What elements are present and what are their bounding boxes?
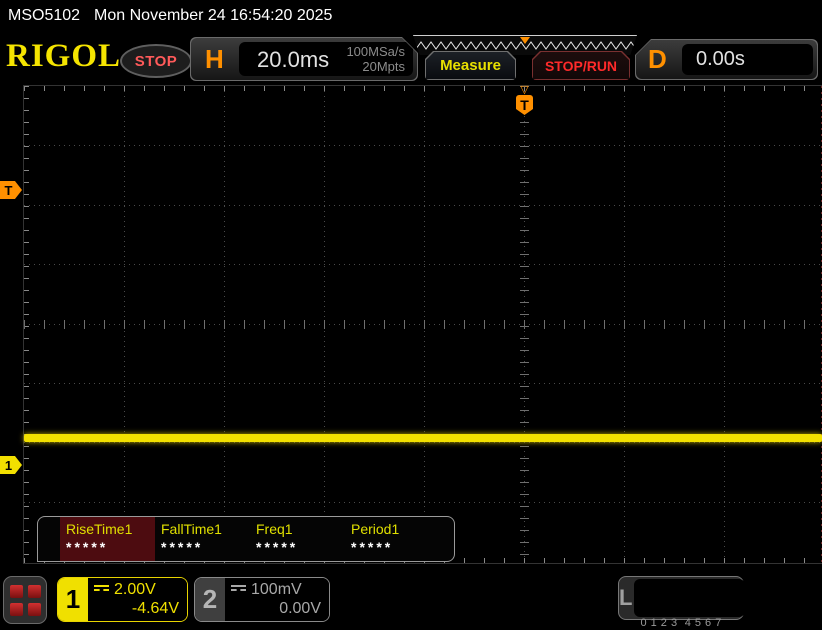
measurement-value: *****: [161, 539, 204, 555]
measurement-risetime[interactable]: RiseTime1 *****: [60, 517, 155, 561]
delay-value: 0.00s: [696, 48, 745, 70]
stop-run-button[interactable]: STOP/RUN: [532, 51, 630, 80]
delay-display[interactable]: 0.00s: [682, 44, 813, 75]
channel1-scale: 2.00V: [114, 581, 156, 598]
measurement-label: Freq1: [256, 521, 293, 537]
oscilloscope-screen: MSO5102 Mon November 24 16:54:20 2025 RI…: [0, 0, 822, 630]
channel1-trace: [24, 434, 822, 442]
timebase-value: 20.0ms: [257, 47, 330, 72]
measurement-period[interactable]: Period1 *****: [345, 517, 440, 561]
dc-coupling-icon: [94, 585, 109, 595]
channel1-values: 2.00V -4.64V: [88, 578, 187, 621]
channel2-block[interactable]: 2 100mV 0.00V: [194, 577, 330, 622]
measurement-label: FallTime1: [161, 521, 222, 537]
trigger-position-arrow-icon: ▽: [520, 84, 529, 96]
channel2-values: 100mV 0.00V: [225, 578, 329, 621]
status-bar: MSO5102 Mon November 24 16:54:20 2025: [8, 4, 332, 28]
channel1-offset-marker[interactable]: 1: [0, 456, 22, 474]
bottom-bar: 1 2.00V -4.64V 2 100mV 0.00V L 0 1 2 3 4…: [0, 565, 822, 630]
menu-button[interactable]: [3, 576, 47, 624]
trigger-level-marker[interactable]: T: [0, 181, 22, 199]
measurement-label: RiseTime1: [66, 521, 133, 537]
waveform-graticule: ▽ T: [23, 85, 822, 564]
datetime-label: Mon November 24 16:54:20 2025: [94, 7, 333, 24]
measure-button[interactable]: Measure: [425, 51, 516, 80]
measurement-value: *****: [256, 539, 299, 555]
center-vertical-ticks: [520, 86, 529, 563]
logic-channel-numbers: 0 1 2 3 4 5 6 7 8 9 1011 12131415: [634, 579, 745, 629]
horizontal-label: H: [205, 44, 224, 74]
measurements-panel: RiseTime1 ***** FallTime1 ***** Freq1 **…: [37, 516, 455, 562]
delay-label: D: [648, 44, 667, 74]
measurement-value: *****: [66, 539, 109, 555]
logic-analyzer-block[interactable]: L 0 1 2 3 4 5 6 7 8 9 1011 12131415: [618, 576, 745, 629]
channel1-block[interactable]: 1 2.00V -4.64V: [57, 577, 188, 622]
channel2-offset: 0.00V: [279, 600, 321, 617]
horizontal-panel[interactable]: H 20.0ms 100MSa/s 20Mpts: [190, 37, 418, 81]
menu-grid-icon: [9, 584, 41, 616]
stop-run-button-label: STOP/RUN: [544, 57, 618, 74]
measure-button-label: Measure: [440, 57, 501, 74]
top-tick-marks: [24, 86, 822, 91]
dc-coupling-icon: [231, 585, 246, 595]
channel1-offset: -4.64V: [131, 600, 179, 617]
model-label: MSO5102: [8, 7, 81, 24]
timebase-display[interactable]: 20.0ms 100MSa/s 20Mpts: [239, 42, 413, 76]
memory-trigger-position-icon[interactable]: [520, 37, 530, 44]
measurement-value: *****: [351, 539, 394, 555]
channel1-number[interactable]: 1: [58, 578, 88, 621]
trigger-position-badge: T: [516, 95, 533, 115]
rigol-logo: RIGOL: [6, 38, 122, 74]
trigger-position-marker[interactable]: ▽ T: [516, 84, 533, 115]
logic-row-0-7: 0 1 2 3 4 5 6 7: [640, 617, 722, 629]
measurement-freq[interactable]: Freq1 *****: [250, 517, 345, 561]
measurement-falltime[interactable]: FallTime1 *****: [155, 517, 250, 561]
delay-panel[interactable]: D 0.00s: [635, 39, 818, 80]
center-horizontal-ticks: [24, 320, 822, 329]
channel2-scale: 100mV: [251, 581, 302, 598]
acquisition-state-badge: STOP: [120, 44, 192, 78]
sample-rate-value: 100MSa/s: [346, 44, 405, 59]
channel2-number[interactable]: 2: [195, 578, 225, 621]
memory-depth-value: 20Mpts: [362, 59, 405, 74]
sample-rate-info: 100MSa/s 20Mpts: [346, 44, 405, 74]
logic-analyzer-label: L: [619, 585, 633, 610]
measurement-label: Period1: [351, 521, 400, 537]
